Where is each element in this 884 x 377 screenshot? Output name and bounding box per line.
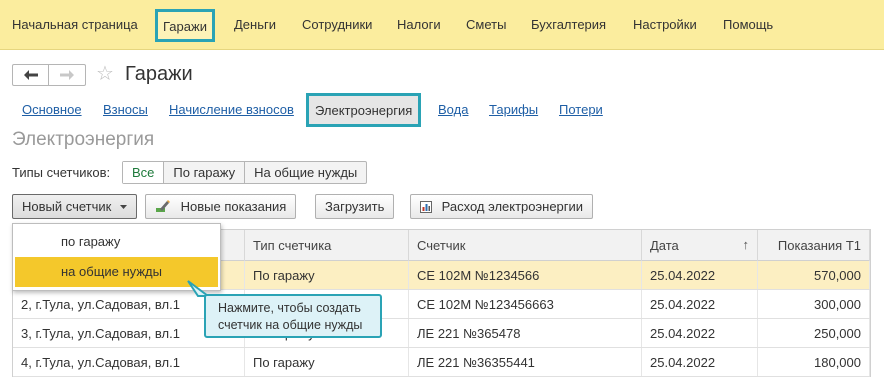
table-row[interactable]: 3, г.Тула, ул.Садовая, вл.1 По гаражу ЛЕ… <box>13 319 870 348</box>
new-meter-button[interactable]: Новый счетчик <box>12 194 137 219</box>
col-date[interactable]: Дата ↑ <box>642 230 758 261</box>
load-button[interactable]: Загрузить <box>315 194 395 219</box>
menu-help[interactable]: Помощь <box>723 17 773 32</box>
consumption-button[interactable]: Расход электроэнергии <box>410 194 594 219</box>
meter-types-label: Типы счетчиков: <box>12 165 111 180</box>
filter-common-needs[interactable]: На общие нужды <box>244 162 366 183</box>
col-t1[interactable]: Показания Т1 <box>758 230 870 261</box>
section-title: Электроэнергия <box>12 129 155 150</box>
back-button[interactable] <box>13 65 49 85</box>
cell-meter: ЛЕ 221 №36355441 <box>409 348 642 376</box>
load-label: Загрузить <box>325 199 385 214</box>
cell-date: 25.04.2022 <box>642 348 758 376</box>
dropdown-caret-icon <box>119 205 127 209</box>
menu-employees[interactable]: Сотрудники <box>302 17 372 32</box>
cell-type: По гаражу <box>245 348 409 376</box>
meter-types-filter: Все По гаражу На общие нужды <box>122 161 368 184</box>
cell-type: По гаражу <box>245 261 409 289</box>
chart-icon <box>420 201 432 213</box>
cell-meter: ЛЕ 221 №365478 <box>409 319 642 347</box>
cell-date: 25.04.2022 <box>642 290 758 318</box>
menu-taxes[interactable]: Налоги <box>397 17 441 32</box>
table-row[interactable]: 4, г.Тула, ул.Садовая, вл.1 По гаражу ЛЕ… <box>13 348 870 377</box>
cell-t1: 250,000 <box>758 319 870 347</box>
tooltip-line-2: счетчик на общие нужды <box>218 318 363 332</box>
table-row[interactable]: 2, г.Тула, ул.Садовая, вл.1 СЕ 102М №123… <box>13 290 870 319</box>
cell-t1: 180,000 <box>758 348 870 376</box>
tab-tariffs[interactable]: Тарифы <box>489 102 538 117</box>
arrow-left-icon <box>23 70 38 80</box>
cell-date: 25.04.2022 <box>642 319 758 347</box>
menu-estimates[interactable]: Сметы <box>466 17 506 32</box>
tooltip: Нажмите, чтобы создать счетчик на общие … <box>204 294 382 338</box>
col-meter[interactable]: Счетчик <box>409 230 642 261</box>
tooltip-line-1: Нажмите, чтобы создать <box>218 301 361 315</box>
filter-by-garage[interactable]: По гаражу <box>163 162 244 183</box>
star-icon[interactable]: ☆ <box>96 63 114 85</box>
col-meter-type[interactable]: Тип счетчика <box>245 230 409 261</box>
tab-electricity[interactable]: Электроэнергия <box>306 93 422 127</box>
cell-date: 25.04.2022 <box>642 261 758 289</box>
cell-t1: 570,000 <box>758 261 870 289</box>
new-meter-label: Новый счетчик <box>22 199 112 214</box>
menu-home[interactable]: Начальная страница <box>12 17 138 32</box>
menu-accounting[interactable]: Бухгалтерия <box>531 17 606 32</box>
history-nav <box>12 64 86 86</box>
pencil-icon <box>156 200 170 212</box>
sort-arrow-icon: ↑ <box>742 237 750 252</box>
new-readings-button[interactable]: Новые показания <box>145 194 297 219</box>
col-date-label: Дата <box>650 238 679 253</box>
tab-fee-accrual[interactable]: Начисление взносов <box>169 102 294 117</box>
tab-losses[interactable]: Потери <box>559 102 603 117</box>
menu-settings[interactable]: Настройки <box>633 17 697 32</box>
menu-garages[interactable]: Гаражи <box>155 9 215 42</box>
cell-t1: 300,000 <box>758 290 870 318</box>
dropdown-item-by-garage[interactable]: по гаражу <box>15 227 218 257</box>
top-menu: Начальная страница Гаражи Деньги Сотрудн… <box>0 0 884 50</box>
consumption-label: Расход электроэнергии <box>441 199 584 214</box>
arrow-right-icon <box>60 70 74 80</box>
new-readings-label: Новые показания <box>180 199 287 214</box>
tab-water[interactable]: Вода <box>438 102 468 117</box>
filter-all[interactable]: Все <box>123 162 164 183</box>
tab-fees[interactable]: Взносы <box>103 102 148 117</box>
cell-meter: СЕ 102М №123456663 <box>409 290 642 318</box>
tab-main[interactable]: Основное <box>22 102 82 117</box>
menu-money[interactable]: Деньги <box>234 17 276 32</box>
page-title: Гаражи <box>125 63 193 85</box>
cell-meter: СЕ 102М №1234566 <box>409 261 642 289</box>
forward-button[interactable] <box>49 65 85 85</box>
cell-garage: 4, г.Тула, ул.Садовая, вл.1 <box>13 348 245 376</box>
